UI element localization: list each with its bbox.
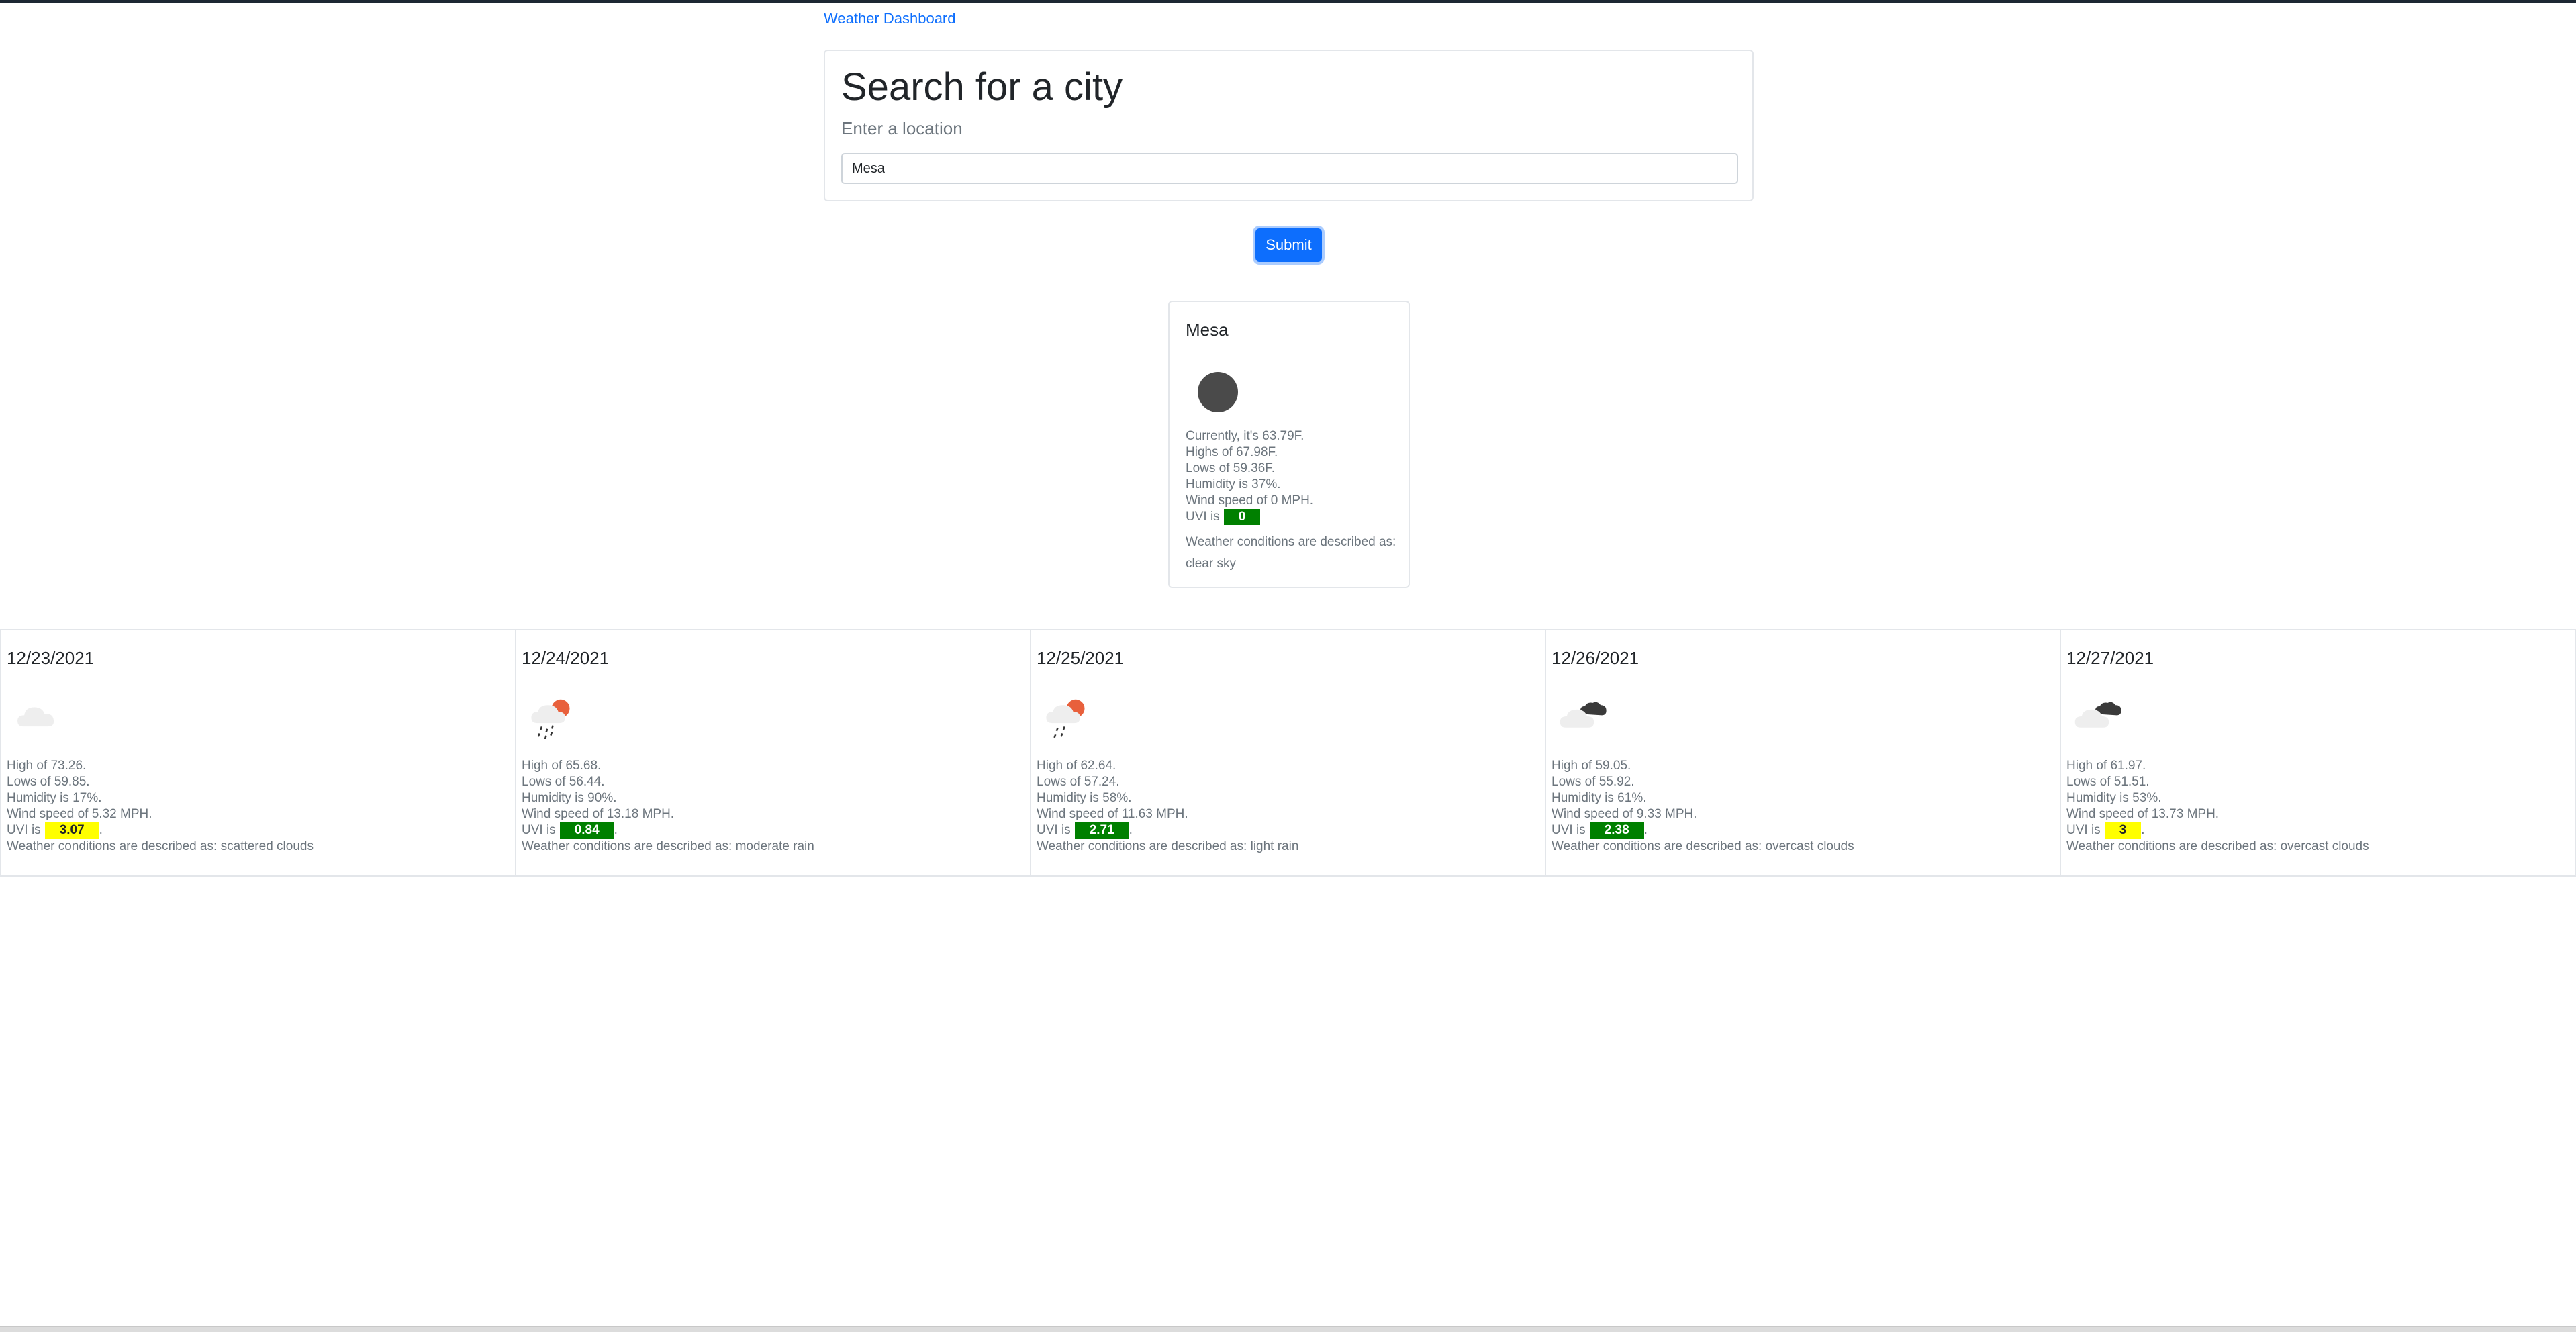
forecast-stats: High of 61.97. Lows of 51.51. Humidity i… — [2066, 758, 2369, 855]
forecast-high: High of 59.05. — [1552, 759, 1631, 773]
forecast-humidity: Humidity is 17%. — [7, 791, 102, 805]
forecast-humidity: Humidity is 53%. — [2066, 791, 2162, 805]
uvi-badge: 0 — [1223, 509, 1261, 525]
uvi-label: UVI is — [7, 823, 41, 837]
forecast-date: 12/23/2021 — [7, 648, 95, 668]
forecast-low: Lows of 51.51. — [2066, 775, 2150, 789]
current-uvi-row: UVI is 0 — [1186, 509, 1313, 525]
forecast-wind: Wind speed of 5.32 MPH. — [7, 807, 152, 821]
forecast-stats: High of 59.05. Lows of 55.92. Humidity i… — [1552, 758, 1854, 855]
uvi-label: UVI is — [2066, 823, 2101, 837]
uvi-badge: 2.38 — [1589, 822, 1644, 839]
forecast-description: Weather conditions are described as: ove… — [2066, 839, 2369, 853]
submit-button[interactable]: Submit — [1255, 228, 1322, 262]
uvi-badge: 3 — [2104, 822, 2142, 839]
forecast-description: Weather conditions are described as: lig… — [1037, 839, 1299, 853]
current-description: Weather conditions are described as: cle… — [1186, 535, 1396, 571]
forecast-description: Weather conditions are described as: ove… — [1552, 839, 1854, 853]
forecast-uvi-row: UVI is 2.38. — [1552, 822, 1854, 839]
uvi-label: UVI is — [1552, 823, 1586, 837]
current-humidity: Humidity is 37%. — [1186, 477, 1281, 491]
forecast-row: 12/23/2021 High of 73.26. Lows of 59.85.… — [0, 629, 2576, 877]
weather-dashboard-link[interactable]: Weather Dashboard — [824, 10, 956, 28]
current-temp: Currently, it's 63.79F. — [1186, 429, 1304, 443]
uvi-suffix: . — [99, 823, 103, 837]
forecast-description: Weather conditions are described as: sca… — [7, 839, 314, 853]
uvi-suffix: . — [614, 823, 618, 837]
forecast-humidity: Humidity is 61%. — [1552, 791, 1647, 805]
forecast-wind: Wind speed of 11.63 MPH. — [1037, 807, 1188, 821]
current-high: Highs of 67.98F. — [1186, 445, 1278, 459]
forecast-date: 12/24/2021 — [522, 648, 610, 668]
forecast-high: High of 73.26. — [7, 759, 87, 773]
forecast-uvi-row: UVI is 0.84. — [522, 822, 814, 839]
forecast-description: Weather conditions are described as: mod… — [522, 839, 814, 853]
current-stats: Currently, it's 63.79F. Highs of 67.98F.… — [1186, 428, 1313, 525]
forecast-low: Lows of 56.44. — [522, 775, 605, 789]
current-city-name: Mesa — [1186, 320, 1229, 340]
forecast-wind: Wind speed of 9.33 MPH. — [1552, 807, 1697, 821]
current-wind: Wind speed of 0 MPH. — [1186, 493, 1314, 508]
uvi-suffix: . — [1643, 823, 1648, 837]
moderate-rain-icon — [531, 699, 570, 740]
forecast-date: 12/26/2021 — [1552, 648, 1639, 668]
uvi-suffix: . — [2141, 823, 2145, 837]
forecast-date: 12/25/2021 — [1037, 648, 1125, 668]
forecast-card: 12/25/2021 High of 62.64. Lows of 57.24.… — [1030, 629, 1545, 877]
forecast-card: 12/23/2021 High of 73.26. Lows of 59.85.… — [0, 629, 515, 877]
top-border — [0, 0, 2576, 3]
uvi-badge: 2.71 — [1074, 822, 1129, 839]
forecast-uvi-row: UVI is 2.71. — [1037, 822, 1298, 839]
scattered-clouds-icon — [17, 707, 54, 727]
forecast-card: 12/26/2021 High of 59.05. Lows of 55.92.… — [1545, 629, 2060, 877]
forecast-high: High of 61.97. — [2066, 759, 2146, 773]
forecast-high: High of 65.68. — [522, 759, 602, 773]
uvi-badge: 3.07 — [44, 822, 99, 839]
uvi-label: UVI is — [522, 823, 556, 837]
forecast-card: 12/27/2021 High of 61.97. Lows of 51.51.… — [2060, 629, 2576, 877]
uvi-label: UVI is — [1186, 510, 1220, 524]
light-rain-icon — [1046, 699, 1085, 739]
forecast-high: High of 62.64. — [1037, 759, 1116, 773]
uvi-badge: 0.84 — [559, 822, 614, 839]
city-search-input[interactable] — [841, 153, 1738, 184]
uvi-suffix: . — [1129, 823, 1133, 837]
forecast-card: 12/24/2021 High of 65.68. Lows of 56.44.… — [515, 629, 1030, 877]
clear-sky-icon — [1198, 372, 1238, 412]
current-low: Lows of 59.36F. — [1186, 461, 1276, 475]
current-weather-card: Mesa Currently, it's 63.79F. Highs of 67… — [1168, 301, 1410, 588]
forecast-stats: High of 65.68. Lows of 56.44. Humidity i… — [522, 758, 814, 855]
forecast-low: Lows of 57.24. — [1037, 775, 1120, 789]
forecast-wind: Wind speed of 13.18 MPH. — [522, 807, 675, 821]
forecast-stats: High of 62.64. Lows of 57.24. Humidity i… — [1037, 758, 1298, 855]
forecast-humidity: Humidity is 58%. — [1037, 791, 1132, 805]
forecast-humidity: Humidity is 90%. — [522, 791, 617, 805]
search-title: Search for a city — [841, 65, 1123, 109]
forecast-stats: High of 73.26. Lows of 59.85. Humidity i… — [7, 758, 314, 855]
overcast-clouds-icon — [2074, 702, 2121, 728]
uvi-label: UVI is — [1037, 823, 1071, 837]
forecast-uvi-row: UVI is 3.07. — [7, 822, 314, 839]
search-subtitle: Enter a location — [841, 118, 963, 138]
forecast-uvi-row: UVI is 3. — [2066, 822, 2369, 839]
forecast-wind: Wind speed of 13.73 MPH. — [2066, 807, 2220, 821]
forecast-low: Lows of 59.85. — [7, 775, 90, 789]
forecast-date: 12/27/2021 — [2066, 648, 2154, 668]
overcast-clouds-icon — [1560, 702, 1607, 728]
search-card: Search for a city Enter a location — [824, 50, 1754, 201]
forecast-low: Lows of 55.92. — [1552, 775, 1635, 789]
